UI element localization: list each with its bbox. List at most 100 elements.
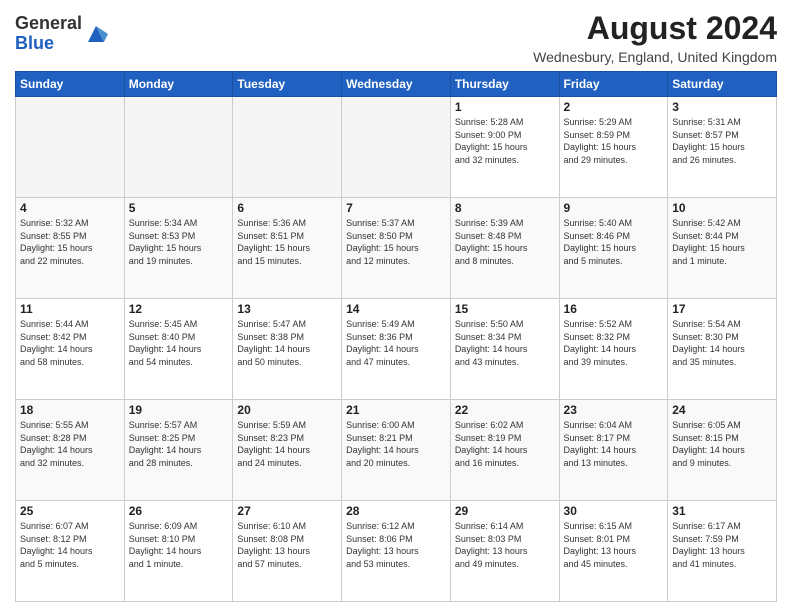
day-number: 10 [672,201,772,215]
day-number: 28 [346,504,446,518]
day-info: Sunrise: 5:50 AM Sunset: 8:34 PM Dayligh… [455,318,555,368]
calendar-cell: 14Sunrise: 5:49 AM Sunset: 8:36 PM Dayli… [342,299,451,400]
header-cell-friday: Friday [559,72,668,97]
day-number: 9 [564,201,664,215]
calendar-cell: 20Sunrise: 5:59 AM Sunset: 8:23 PM Dayli… [233,400,342,501]
calendar-cell [16,97,125,198]
header-cell-monday: Monday [124,72,233,97]
calendar-cell: 28 Sunrise: 6:12 AM Sunset: 8:06 PM Dayli… [342,501,451,602]
day-info: Sunrise: 5:55 AM Sunset: 8:28 PM Dayligh… [20,419,120,469]
day-number: 5 [129,201,229,215]
calendar-cell: 26Sunrise: 6:09 AM Sunset: 8:10 PM Dayli… [124,501,233,602]
logo-blue: Blue [15,33,54,53]
calendar-cell: 30Sunrise: 6:15 AM Sunset: 8:01 PM Dayli… [559,501,668,602]
logo: General Blue [15,14,108,54]
day-number: 1 [455,100,555,114]
day-number: 21 [346,403,446,417]
day-info: Sunrise: 5:57 AM Sunset: 8:25 PM Dayligh… [129,419,229,469]
calendar-cell: 27 Sunrise: 6:10 AM Sunset: 8:08 PM Dayli… [233,501,342,602]
calendar-cell: 10 Sunrise: 5:42 AM Sunset: 8:44 PM Dayli… [668,198,777,299]
day-number: 15 [455,302,555,316]
day-info: Sunrise: 5:32 AM Sunset: 8:55 PM Dayligh… [20,217,120,267]
page: General Blue August 2024 Wednesbury, Eng… [0,0,792,612]
day-number: 16 [564,302,664,316]
day-number: 12 [129,302,229,316]
header: General Blue August 2024 Wednesbury, Eng… [15,10,777,65]
day-number: 27 [237,504,337,518]
calendar-cell: 18 Sunrise: 5:55 AM Sunset: 8:28 PM Dayli… [16,400,125,501]
day-number: 29 [455,504,555,518]
day-info: Sunrise: 6:14 AM Sunset: 8:03 PM Dayligh… [455,520,555,570]
calendar-cell: 8 Sunrise: 5:39 AM Sunset: 8:48 PM Daylig… [450,198,559,299]
calendar-cell: 22Sunrise: 6:02 AM Sunset: 8:19 PM Dayli… [450,400,559,501]
subtitle: Wednesbury, England, United Kingdom [533,49,777,65]
calendar-cell [124,97,233,198]
day-info: Sunrise: 5:39 AM Sunset: 8:48 PM Dayligh… [455,217,555,267]
calendar-cell: 15 Sunrise: 5:50 AM Sunset: 8:34 PM Dayli… [450,299,559,400]
calendar-cell: 11Sunrise: 5:44 AM Sunset: 8:42 PM Dayli… [16,299,125,400]
day-info: Sunrise: 5:42 AM Sunset: 8:44 PM Dayligh… [672,217,772,267]
calendar-cell: 5 Sunrise: 5:34 AM Sunset: 8:53 PM Daylig… [124,198,233,299]
day-info: Sunrise: 6:15 AM Sunset: 8:01 PM Dayligh… [564,520,664,570]
logo-text: General Blue [15,14,82,54]
calendar-cell: 25Sunrise: 6:07 AM Sunset: 8:12 PM Dayli… [16,501,125,602]
day-info: Sunrise: 5:28 AM Sunset: 9:00 PM Dayligh… [455,116,555,166]
calendar-cell: 2Sunrise: 5:29 AM Sunset: 8:59 PM Daylig… [559,97,668,198]
calendar-cell: 13 Sunrise: 5:47 AM Sunset: 8:38 PM Dayli… [233,299,342,400]
day-number: 19 [129,403,229,417]
day-number: 6 [237,201,337,215]
day-info: Sunrise: 6:17 AM Sunset: 7:59 PM Dayligh… [672,520,772,570]
calendar-week-2: 11Sunrise: 5:44 AM Sunset: 8:42 PM Dayli… [16,299,777,400]
day-info: Sunrise: 6:00 AM Sunset: 8:21 PM Dayligh… [346,419,446,469]
calendar-cell: 12 Sunrise: 5:45 AM Sunset: 8:40 PM Dayli… [124,299,233,400]
day-number: 23 [564,403,664,417]
day-info: Sunrise: 6:07 AM Sunset: 8:12 PM Dayligh… [20,520,120,570]
header-cell-saturday: Saturday [668,72,777,97]
calendar-cell: 19 Sunrise: 5:57 AM Sunset: 8:25 PM Dayli… [124,400,233,501]
header-cell-thursday: Thursday [450,72,559,97]
day-number: 26 [129,504,229,518]
calendar-week-3: 18 Sunrise: 5:55 AM Sunset: 8:28 PM Dayli… [16,400,777,501]
day-number: 31 [672,504,772,518]
day-info: Sunrise: 5:36 AM Sunset: 8:51 PM Dayligh… [237,217,337,267]
calendar-cell: 29 Sunrise: 6:14 AM Sunset: 8:03 PM Dayli… [450,501,559,602]
day-info: Sunrise: 5:40 AM Sunset: 8:46 PM Dayligh… [564,217,664,267]
day-info: Sunrise: 5:29 AM Sunset: 8:59 PM Dayligh… [564,116,664,166]
day-info: Sunrise: 5:37 AM Sunset: 8:50 PM Dayligh… [346,217,446,267]
day-number: 20 [237,403,337,417]
day-info: Sunrise: 5:52 AM Sunset: 8:32 PM Dayligh… [564,318,664,368]
calendar-cell: 31 Sunrise: 6:17 AM Sunset: 7:59 PM Dayli… [668,501,777,602]
calendar-table: SundayMondayTuesdayWednesdayThursdayFrid… [15,71,777,602]
calendar-cell: 16 Sunrise: 5:52 AM Sunset: 8:32 PM Dayli… [559,299,668,400]
calendar-cell: 9 Sunrise: 5:40 AM Sunset: 8:46 PM Daylig… [559,198,668,299]
day-number: 4 [20,201,120,215]
day-info: Sunrise: 5:54 AM Sunset: 8:30 PM Dayligh… [672,318,772,368]
day-info: Sunrise: 6:10 AM Sunset: 8:08 PM Dayligh… [237,520,337,570]
title-block: August 2024 Wednesbury, England, United … [533,10,777,65]
logo-general: General [15,13,82,33]
header-cell-wednesday: Wednesday [342,72,451,97]
day-info: Sunrise: 6:02 AM Sunset: 8:19 PM Dayligh… [455,419,555,469]
day-info: Sunrise: 5:45 AM Sunset: 8:40 PM Dayligh… [129,318,229,368]
logo-icon [84,22,108,46]
calendar-week-4: 25Sunrise: 6:07 AM Sunset: 8:12 PM Dayli… [16,501,777,602]
calendar-body: 1 Sunrise: 5:28 AM Sunset: 9:00 PM Daylig… [16,97,777,602]
day-number: 18 [20,403,120,417]
day-info: Sunrise: 5:31 AM Sunset: 8:57 PM Dayligh… [672,116,772,166]
day-number: 8 [455,201,555,215]
calendar-cell: 1 Sunrise: 5:28 AM Sunset: 9:00 PM Daylig… [450,97,559,198]
day-info: Sunrise: 5:34 AM Sunset: 8:53 PM Dayligh… [129,217,229,267]
calendar-cell [342,97,451,198]
day-number: 11 [20,302,120,316]
day-info: Sunrise: 5:47 AM Sunset: 8:38 PM Dayligh… [237,318,337,368]
calendar-week-1: 4 Sunrise: 5:32 AM Sunset: 8:55 PM Daylig… [16,198,777,299]
day-info: Sunrise: 6:12 AM Sunset: 8:06 PM Dayligh… [346,520,446,570]
calendar-header-row: SundayMondayTuesdayWednesdayThursdayFrid… [16,72,777,97]
day-number: 3 [672,100,772,114]
calendar-cell: 7Sunrise: 5:37 AM Sunset: 8:50 PM Daylig… [342,198,451,299]
calendar-cell: 21 Sunrise: 6:00 AM Sunset: 8:21 PM Dayli… [342,400,451,501]
calendar-cell: 17Sunrise: 5:54 AM Sunset: 8:30 PM Dayli… [668,299,777,400]
day-number: 13 [237,302,337,316]
calendar-cell: 3 Sunrise: 5:31 AM Sunset: 8:57 PM Daylig… [668,97,777,198]
day-info: Sunrise: 6:05 AM Sunset: 8:15 PM Dayligh… [672,419,772,469]
